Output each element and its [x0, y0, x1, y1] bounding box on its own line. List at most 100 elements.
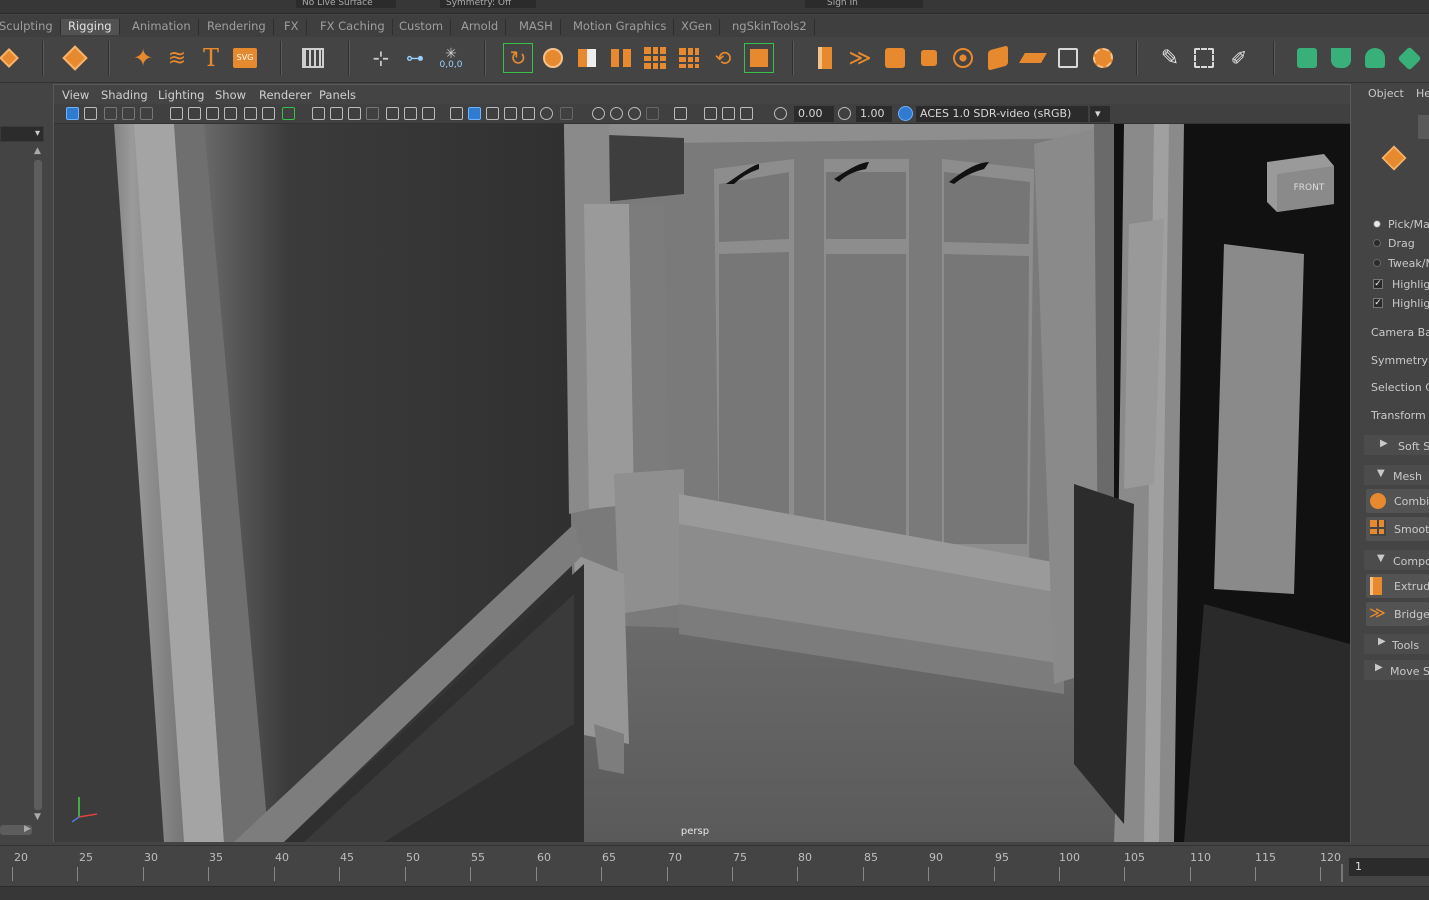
gamma-field[interactable]: 1.00: [856, 106, 892, 122]
camera-based-label[interactable]: Camera Bas: [1371, 326, 1429, 339]
shadows-icon[interactable]: [560, 107, 573, 120]
highlight-checkbox-2[interactable]: ✓: [1373, 298, 1383, 308]
grid-icon[interactable]: [298, 43, 328, 73]
drag-radio[interactable]: [1373, 239, 1381, 247]
menu-panels[interactable]: Panels: [319, 88, 356, 102]
select-camera-icon[interactable]: [66, 107, 79, 120]
smooth-shade-icon[interactable]: [404, 107, 417, 120]
wireframe-cube-icon[interactable]: [450, 107, 463, 120]
edge-loop-icon[interactable]: [1189, 43, 1219, 73]
teal-plane-icon[interactable]: [1292, 43, 1322, 73]
tab-rigging[interactable]: Rigging: [61, 19, 120, 35]
image-plane-icon[interactable]: [122, 107, 135, 120]
multicut-icon[interactable]: ✎: [1155, 43, 1185, 73]
text-icon[interactable]: T: [196, 43, 226, 73]
menu-renderer[interactable]: Renderer: [259, 88, 312, 102]
tab-object[interactable]: Object: [1368, 87, 1404, 100]
bevel-cube-icon[interactable]: [880, 43, 910, 73]
toolkit-field[interactable]: [1418, 115, 1429, 139]
smooth-icon[interactable]: ⟲: [708, 43, 738, 73]
uv-tool-icon[interactable]: [1088, 43, 1118, 73]
left-panel-scrollbar[interactable]: [34, 160, 42, 810]
menu-shading[interactable]: Shading: [101, 88, 148, 102]
menu-view[interactable]: View: [62, 88, 89, 102]
tab-sculpting[interactable]: Sculpting: [0, 19, 61, 35]
tab-fx-caching[interactable]: FX Caching: [313, 19, 393, 35]
cube-flip-icon[interactable]: [983, 43, 1013, 73]
2d-pan-icon[interactable]: [140, 107, 153, 120]
live-surface-field[interactable]: No Live Surface: [296, 0, 396, 8]
viewcube-label[interactable]: FRONT: [1294, 183, 1325, 193]
scroll-right-icon[interactable]: ▶: [24, 824, 31, 834]
bookmark-icon[interactable]: [104, 107, 117, 120]
bevel-icon[interactable]: [538, 43, 568, 73]
xray-joints-icon[interactable]: [704, 107, 717, 120]
teal-cube-icon[interactable]: [1326, 43, 1356, 73]
field-chart-icon[interactable]: [348, 107, 361, 120]
tab-motion-graphics[interactable]: Motion Graphics: [566, 19, 675, 35]
poly-sphere-icon[interactable]: [60, 43, 90, 73]
textured-icon[interactable]: [504, 107, 517, 120]
depth-of-field-icon[interactable]: [646, 107, 659, 120]
camera-attributes-icon[interactable]: [84, 107, 97, 120]
freeze-icon[interactable]: ✳ 0,0,0: [436, 43, 466, 73]
orbit-icon[interactable]: [0, 43, 24, 73]
locator-icon[interactable]: ⊹: [366, 43, 396, 73]
bridge-icon[interactable]: ≫: [845, 43, 875, 73]
snap-icon[interactable]: ⊶: [400, 43, 430, 73]
wireframe-on-shaded-icon[interactable]: [486, 107, 499, 120]
grid-toggle-icon[interactable]: [312, 107, 325, 120]
color-space-dropdown[interactable]: ▾: [1090, 106, 1110, 122]
left-panel-dropdown[interactable]: ▾: [0, 126, 44, 142]
wireframe-icon[interactable]: [386, 107, 399, 120]
bookmark-flag-icon[interactable]: [224, 107, 237, 120]
sun-icon[interactable]: [540, 107, 553, 120]
range-slider[interactable]: [0, 886, 1429, 900]
menu-show[interactable]: Show: [215, 88, 246, 102]
selection-constraint-label[interactable]: Selection C: [1371, 381, 1429, 394]
isolate-select-icon[interactable]: [674, 107, 687, 120]
extract-icon[interactable]: [640, 43, 670, 73]
teal-box-icon[interactable]: [1394, 43, 1424, 73]
ambient-occlusion-icon[interactable]: [592, 107, 605, 120]
reset-icon[interactable]: ↻: [503, 43, 533, 73]
sphere-grid-icon[interactable]: [948, 43, 978, 73]
grease-pencil-icon[interactable]: [188, 107, 201, 120]
symmetry-field[interactable]: Symmetry: Off: [440, 0, 536, 8]
shaded-cube-icon[interactable]: [468, 107, 481, 120]
resolution-gate-icon[interactable]: [262, 107, 275, 120]
tab-arnold[interactable]: Arnold: [454, 19, 507, 35]
planar-icon[interactable]: [1018, 43, 1048, 73]
tab-xgen[interactable]: XGen: [674, 19, 721, 35]
film-gate-icon[interactable]: [206, 107, 219, 120]
svg-icon[interactable]: SVG: [230, 43, 260, 73]
sweep-icon[interactable]: ≋: [162, 43, 192, 73]
tab-ngskintools2[interactable]: ngSkinTools2: [725, 19, 815, 35]
menu-lighting[interactable]: Lighting: [158, 88, 204, 102]
safe-title-icon[interactable]: [366, 107, 379, 120]
scene-render[interactable]: FRONT persp: [54, 124, 1350, 842]
highlight-checkbox-1[interactable]: ✓: [1373, 279, 1383, 289]
scroll-down-icon[interactable]: ▼: [34, 812, 41, 822]
lights-icon[interactable]: [522, 107, 535, 120]
camera-icon[interactable]: [170, 107, 183, 120]
xray-active-icon[interactable]: [722, 107, 735, 120]
uv-icon[interactable]: [1053, 43, 1083, 73]
gamma-icon[interactable]: [838, 107, 851, 120]
symmetry-label[interactable]: Symmetry: [1371, 354, 1428, 367]
texture-icon[interactable]: [422, 107, 435, 120]
exposure-field[interactable]: 0.00: [794, 106, 834, 122]
color-space-field[interactable]: ACES 1.0 SDR-video (sRGB): [916, 106, 1088, 122]
motion-blur-icon[interactable]: [610, 107, 623, 120]
object-mode-icon[interactable]: [1381, 145, 1407, 171]
teal-sphere-icon[interactable]: [1360, 43, 1390, 73]
quad-draw-icon[interactable]: ✐: [1224, 43, 1254, 73]
antialiasing-icon[interactable]: [628, 107, 641, 120]
tab-custom[interactable]: Custom: [392, 19, 452, 35]
film-gate-toggle-icon[interactable]: [330, 107, 343, 120]
safe-action-icon[interactable]: [282, 107, 295, 120]
tab-rendering[interactable]: Rendering: [200, 19, 274, 35]
tab-mash[interactable]: MASH: [512, 19, 561, 35]
exposure-icon[interactable]: [774, 107, 787, 120]
xray-icon[interactable]: [244, 107, 257, 120]
